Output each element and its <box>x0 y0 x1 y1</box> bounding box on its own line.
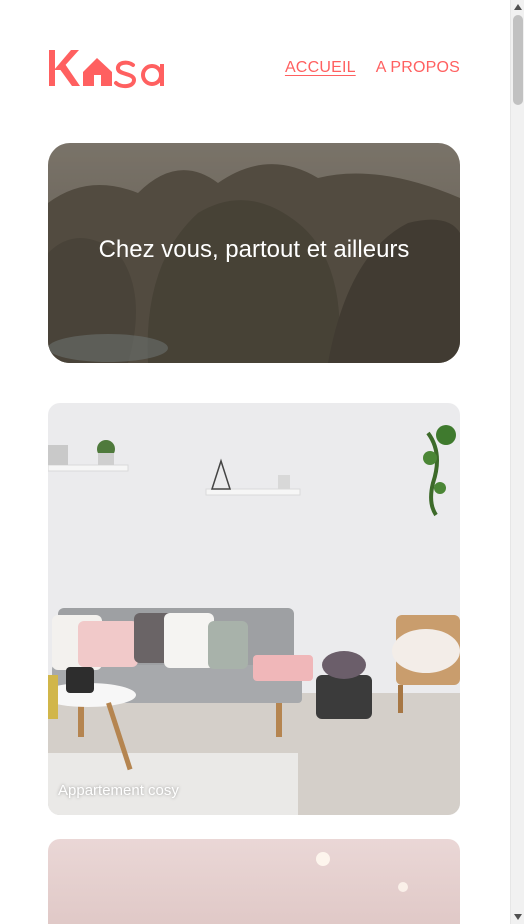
living-room-image <box>48 403 460 815</box>
scrollbar-thumb[interactable] <box>513 15 523 105</box>
page: ACCUEIL A PROPOS Chez vous, partout et a… <box>0 0 510 924</box>
nav-link-accueil[interactable]: ACCUEIL <box>285 59 356 77</box>
nav-link-a-propos[interactable]: A PROPOS <box>376 59 460 77</box>
listing-card[interactable] <box>48 839 460 924</box>
listing-card[interactable]: Appartement cosy <box>48 403 460 815</box>
interior-photo-image <box>48 839 460 924</box>
triangle-down-icon[interactable] <box>511 910 524 924</box>
banner-title-wrap: Chez vous, partout et ailleurs <box>48 236 460 264</box>
kasa-logo[interactable] <box>48 44 174 92</box>
hero-banner: Chez vous, partout et ailleurs <box>48 143 460 363</box>
vertical-scrollbar[interactable] <box>510 0 524 924</box>
listing-card-title: Appartement cosy <box>58 782 179 799</box>
main-nav: ACCUEIL A PROPOS <box>285 59 460 77</box>
banner-title: Chez vous, partout et ailleurs <box>98 236 410 263</box>
triangle-up-icon[interactable] <box>511 0 524 14</box>
kasa-logo-graphic <box>49 50 164 89</box>
site-header: ACCUEIL A PROPOS <box>48 44 460 92</box>
